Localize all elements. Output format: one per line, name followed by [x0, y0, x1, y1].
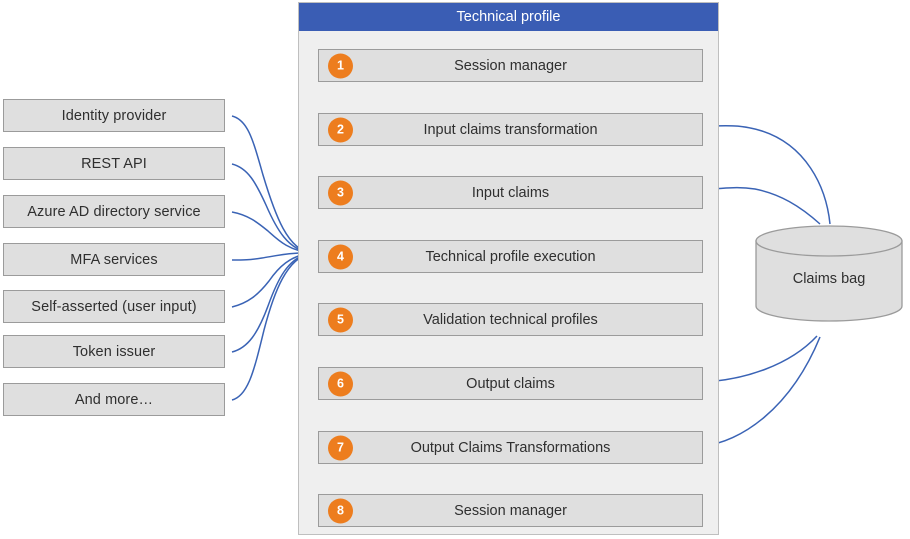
- steps-to-claimsbag-arrows: [702, 335, 821, 447]
- step-number-badge: 4: [328, 244, 353, 269]
- step-box-8-session-manager[interactable]: 8 Session manager: [318, 494, 703, 527]
- step-box-4-technical-profile-execution[interactable]: 4 Technical profile execution: [318, 240, 703, 273]
- source-box-self-asserted[interactable]: Self-asserted (user input): [3, 290, 225, 323]
- technical-profile-panel: Technical profile 1 Session manager 2 In…: [298, 2, 719, 535]
- source-box-rest-api[interactable]: REST API: [3, 147, 225, 180]
- step-number-badge: 8: [328, 498, 353, 523]
- source-box-label: Self-asserted (user input): [31, 298, 197, 315]
- panel-title: Technical profile: [299, 3, 718, 31]
- step-box-7-output-claims-transformations[interactable]: 7 Output Claims Transformations: [318, 431, 703, 464]
- step-box-2-input-claims-transformation[interactable]: 2 Input claims transformation: [318, 113, 703, 146]
- claimsbag-to-steps-arrows: [708, 124, 831, 225]
- step-number-badge: 5: [328, 307, 353, 332]
- source-box-mfa-services[interactable]: MFA services: [3, 243, 225, 276]
- step-label: Input claims: [471, 184, 550, 201]
- step-box-3-input-claims[interactable]: 3 Input claims: [318, 176, 703, 209]
- source-box-label: Token issuer: [72, 343, 156, 360]
- step-box-6-output-claims[interactable]: 6 Output claims: [318, 367, 703, 400]
- step-label: Input claims transformation: [423, 121, 598, 138]
- source-box-azure-ad-directory-service[interactable]: Azure AD directory service: [3, 195, 225, 228]
- step-box-5-validation-technical-profiles[interactable]: 5 Validation technical profiles: [318, 303, 703, 336]
- source-box-label: MFA services: [70, 251, 158, 268]
- claims-bag-label: Claims bag: [792, 270, 866, 287]
- source-box-label: REST API: [81, 155, 147, 172]
- diagram-canvas: Identity provider REST API Azure AD dire…: [0, 0, 910, 539]
- claims-bag-cylinder[interactable]: Claims bag: [755, 225, 903, 322]
- step-number-badge: 2: [328, 117, 353, 142]
- step-number-badge: 1: [328, 53, 353, 78]
- source-box-and-more[interactable]: And more…: [3, 383, 225, 416]
- step-label: Validation technical profiles: [423, 311, 598, 328]
- step-number-badge: 7: [328, 435, 353, 460]
- source-box-label: Azure AD directory service: [27, 203, 201, 220]
- step-number-badge: 3: [328, 180, 353, 205]
- step-box-1-session-manager[interactable]: 1 Session manager: [318, 49, 703, 82]
- step-label: Technical profile execution: [425, 248, 596, 265]
- step-label: Output claims: [466, 375, 555, 392]
- step-label: Session manager: [454, 502, 567, 519]
- step-label: Output Claims Transformations: [410, 439, 611, 456]
- step-label: Session manager: [454, 57, 567, 74]
- step-number-badge: 6: [328, 371, 353, 396]
- source-box-token-issuer[interactable]: Token issuer: [3, 335, 225, 368]
- source-box-label: Identity provider: [61, 107, 167, 124]
- source-box-identity-provider[interactable]: Identity provider: [3, 99, 225, 132]
- source-box-label: And more…: [74, 391, 154, 408]
